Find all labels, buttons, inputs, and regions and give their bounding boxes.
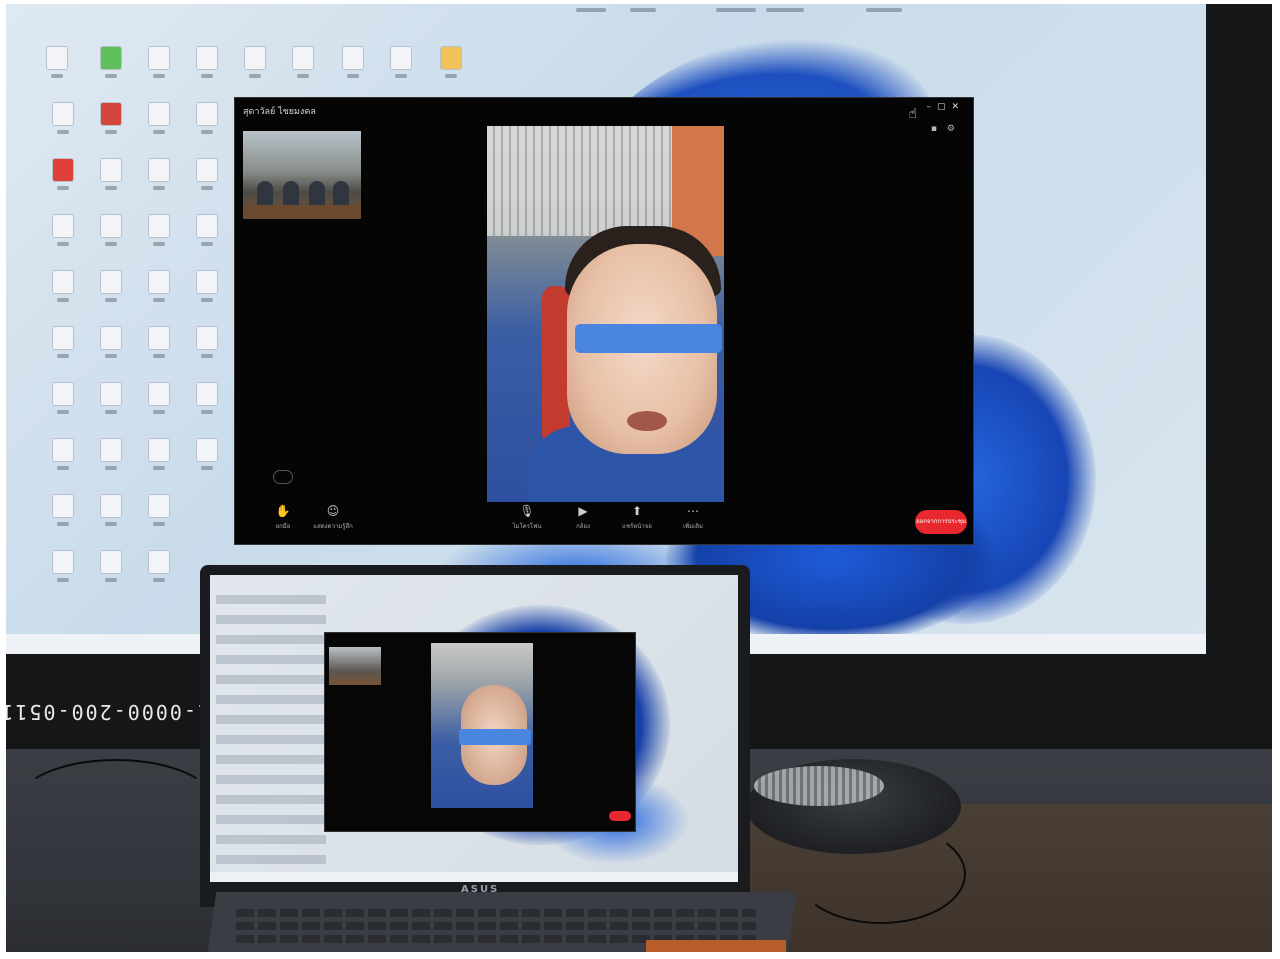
desktop-icon[interactable] (148, 494, 170, 526)
main-video-feed (487, 126, 724, 502)
meeting-window: สุดาวัลย์ ไชยมงคล ☝ –▢✕ ▪⚙ ✋ ยกมือ ☺ แสด… (234, 97, 974, 545)
desktop-icon[interactable] (52, 158, 74, 190)
desktop-icon[interactable] (100, 46, 122, 78)
more-icon: ⋯ (687, 504, 699, 518)
desktop-icon[interactable] (148, 102, 170, 134)
desktop-icon[interactable] (148, 214, 170, 246)
laptop-desktop-icons (216, 595, 326, 865)
laptop-privacy-censor-bar (459, 729, 531, 745)
desktop-icon[interactable] (390, 46, 412, 78)
desktop-icon[interactable] (196, 326, 218, 358)
serial-sticker: 1-0000-200-0511 MA (6, 700, 210, 724)
desktop-icon[interactable] (100, 270, 122, 302)
cable (16, 759, 216, 849)
keyboard-row (236, 922, 756, 930)
desktop-icon[interactable] (148, 270, 170, 302)
window-controls[interactable]: –▢✕ (926, 102, 965, 112)
desktop-icon[interactable] (100, 158, 122, 190)
reaction-button[interactable]: ☺ แสดงความรู้สึก (303, 504, 363, 531)
hand-cursor-icon: ☝ (908, 106, 917, 122)
meeting-title: สุดาวัลย์ ไชยมงคล (243, 107, 316, 117)
top-icon-labels (566, 8, 966, 28)
desktop-icon[interactable] (100, 382, 122, 414)
leave-meeting-button[interactable]: ออกจากการประชุม (915, 510, 967, 534)
folder-icon[interactable] (440, 46, 462, 78)
desktop-icon[interactable] (148, 46, 170, 78)
desktop-icon[interactable] (100, 102, 122, 134)
desktop-icon[interactable] (100, 326, 122, 358)
mic-icon: 🎙 (519, 504, 535, 518)
camera-button[interactable]: ▶ กล้อง (553, 504, 613, 531)
mic-button[interactable]: 🎙 ไมโครโฟน (497, 504, 557, 531)
meeting-toolbar: ✋ ยกมือ ☺ แสดงความรู้สึก 🎙 ไมโครโฟน ▶ กล… (235, 498, 975, 544)
desktop-icon[interactable] (196, 438, 218, 470)
desktop-icon[interactable] (148, 382, 170, 414)
desktop-icon[interactable] (196, 270, 218, 302)
keyboard-row (236, 909, 756, 917)
desktop-icon[interactable] (148, 158, 170, 190)
laptop-meeting-window (324, 632, 636, 832)
desktop-icon[interactable] (52, 102, 74, 134)
desktop-icon[interactable] (244, 46, 266, 78)
laptop-taskbar (210, 872, 738, 882)
camera-icon: ▶ (578, 504, 588, 518)
cable (796, 824, 966, 924)
desktop-icon[interactable] (52, 494, 74, 526)
desktop-icon[interactable] (52, 550, 74, 582)
desk-object (646, 940, 786, 952)
chat-icon[interactable] (273, 470, 293, 484)
participant-thumbnail[interactable] (243, 131, 361, 219)
desktop-icon[interactable] (100, 214, 122, 246)
desktop-icon[interactable] (100, 438, 122, 470)
laptop-participant-thumbnail (329, 647, 381, 685)
share-screen-button[interactable]: ⬆ แชร์หน้าจอ (607, 504, 667, 531)
desktop-icon[interactable] (148, 326, 170, 358)
desktop-icon[interactable] (52, 214, 74, 246)
desktop-icon[interactable] (52, 382, 74, 414)
desktop-icon[interactable] (342, 46, 364, 78)
stand-reflection (754, 766, 884, 806)
desktop-icon[interactable] (148, 438, 170, 470)
privacy-censor-bar (575, 324, 722, 353)
desktop-icon[interactable] (100, 494, 122, 526)
desktop-icon[interactable] (292, 46, 314, 78)
desktop-icon[interactable] (196, 214, 218, 246)
desktop-icon[interactable] (100, 550, 122, 582)
desktop-icon[interactable] (52, 326, 74, 358)
laptop-video-feed (431, 643, 533, 808)
laptop-screen (210, 575, 738, 882)
desktop-icon[interactable] (196, 46, 218, 78)
photo: 1-0000-200-0511 MA สุดาวัลย์ ไชยมงคล ☝ –… (6, 4, 1272, 952)
desktop-icon[interactable] (196, 102, 218, 134)
more-button[interactable]: ⋯ เพิ่มเติม (663, 504, 723, 531)
desktop-icon[interactable] (52, 438, 74, 470)
share-icon: ⬆ (631, 504, 643, 518)
desktop-icon[interactable] (196, 382, 218, 414)
desktop-icon[interactable] (46, 46, 68, 78)
laptop-leave-button (609, 811, 631, 821)
desktop-icon[interactable] (148, 550, 170, 582)
window-subicons[interactable]: ▪⚙ (931, 124, 965, 134)
emoji-icon: ☺ (326, 504, 340, 518)
desktop-icon[interactable] (52, 270, 74, 302)
desktop-icon[interactable] (196, 158, 218, 190)
